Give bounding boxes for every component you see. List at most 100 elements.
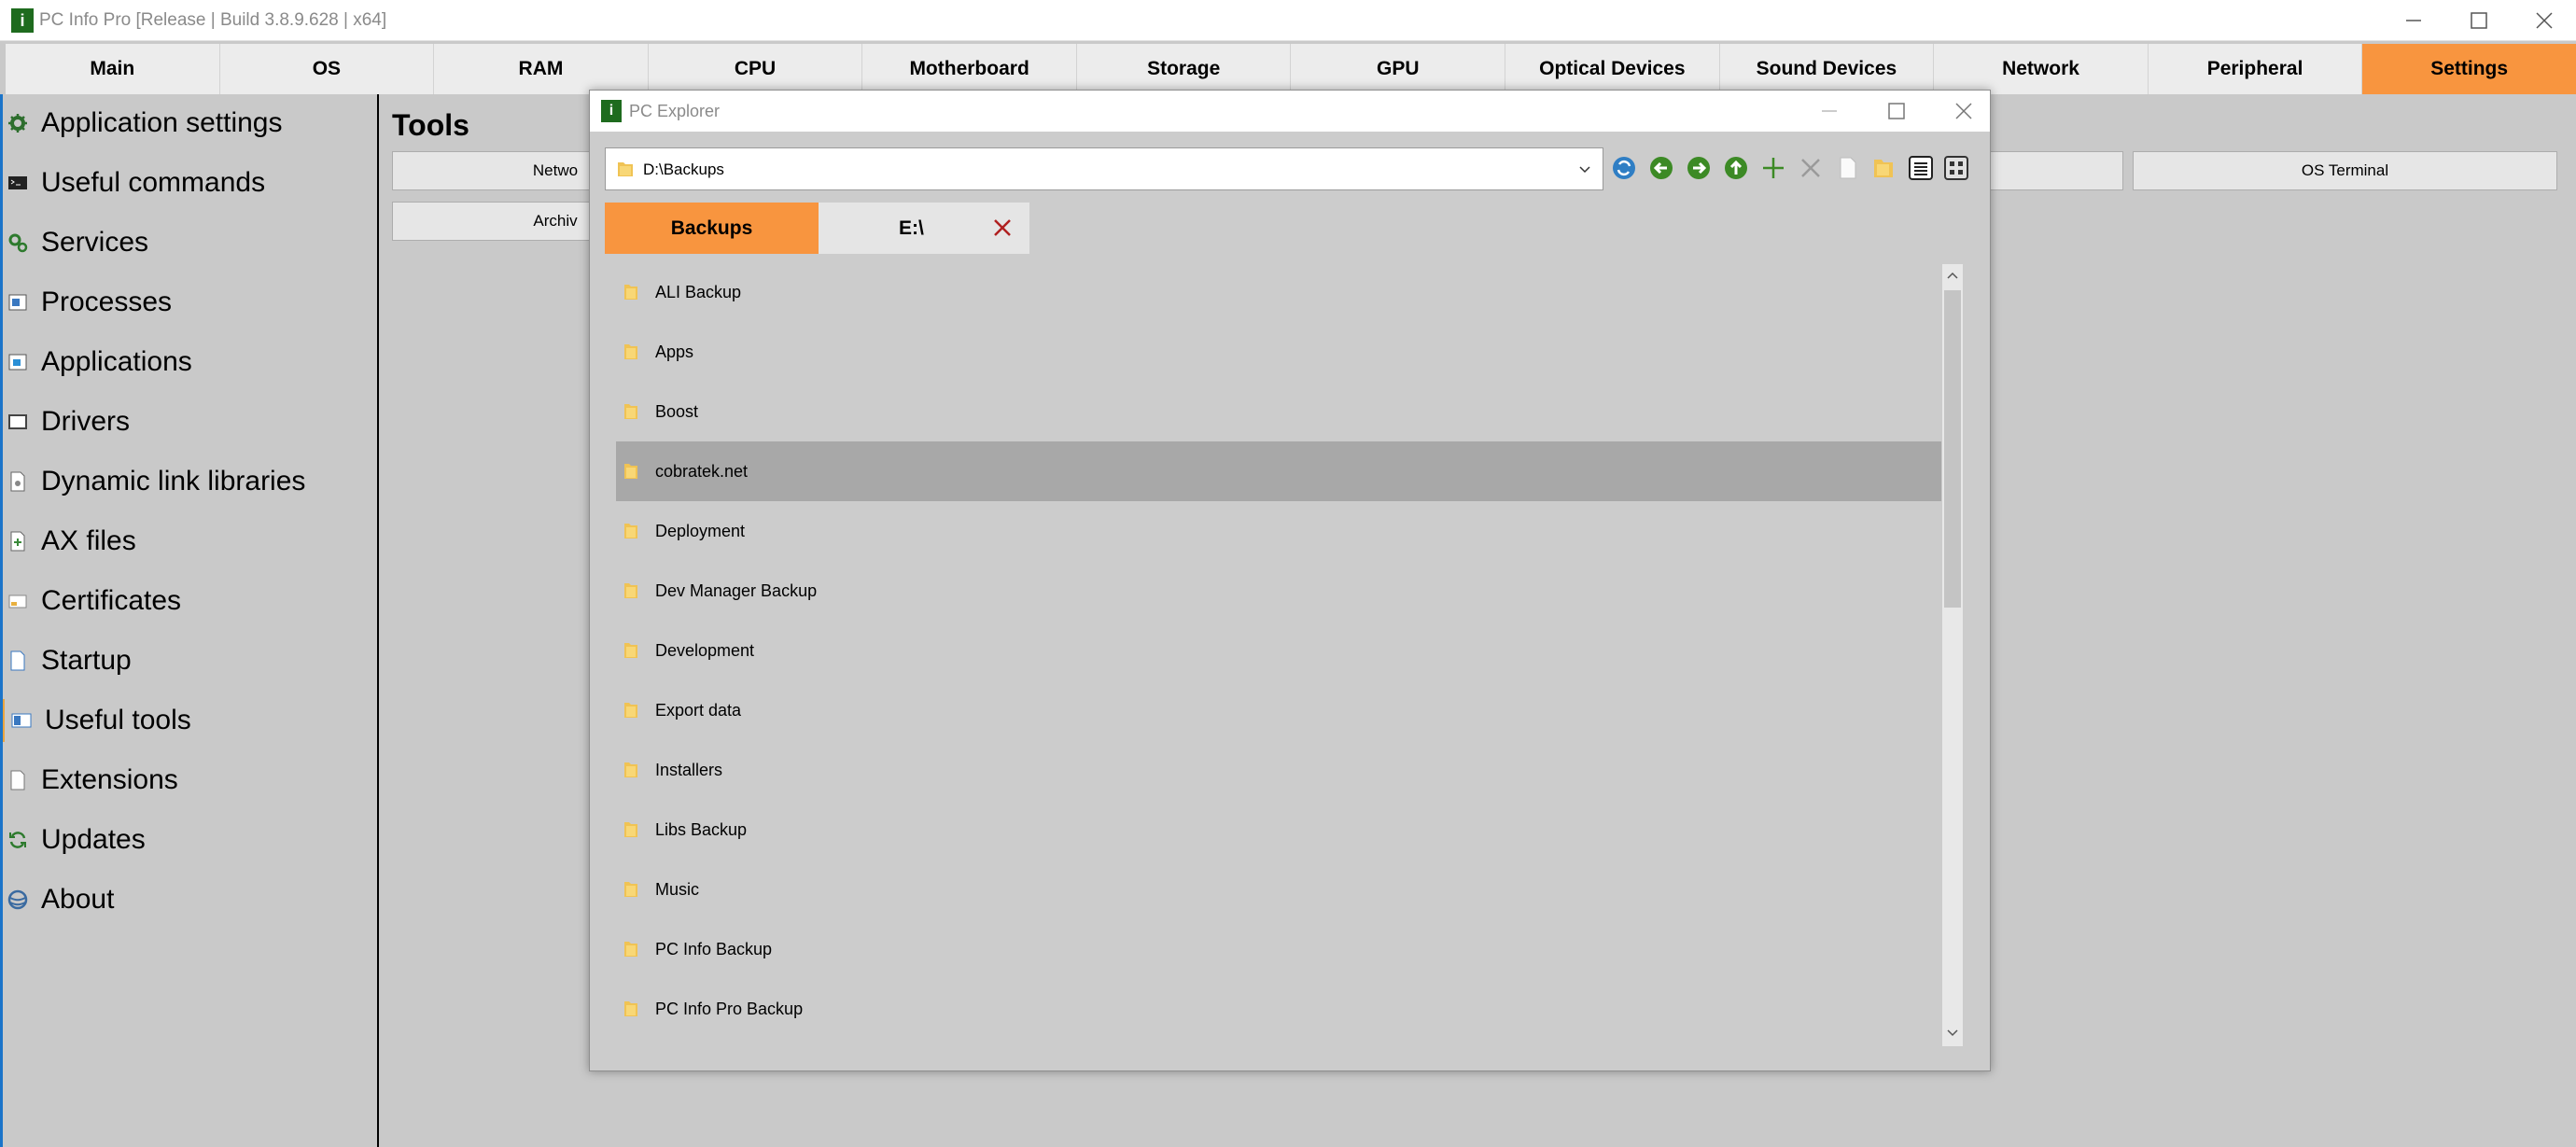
folder-icon (624, 524, 637, 539)
tool-button-label: OS Terminal (2301, 161, 2389, 179)
tab-storage[interactable]: Storage (1076, 44, 1292, 94)
tab-motherboard[interactable]: Motherboard (862, 44, 1077, 94)
sidebar-item-drivers[interactable]: Drivers (0, 393, 377, 449)
folder-icon (624, 703, 637, 718)
new-folder-icon (1874, 160, 1893, 177)
new-folder-button[interactable] (1868, 152, 1899, 184)
list-item-label: Music (655, 880, 700, 899)
scroll-up-icon[interactable] (1946, 270, 1959, 283)
list-item-selected[interactable]: cobratek.net (616, 441, 1941, 501)
list-item-label: ALI Backup (655, 283, 742, 301)
tools-icon (11, 713, 32, 728)
new-file-button[interactable] (1832, 152, 1864, 184)
folder-icon (624, 344, 637, 359)
tab-ram[interactable]: RAM (434, 44, 649, 94)
sidebar-item-useful-tools[interactable]: Useful tools (0, 692, 377, 748)
delete-button[interactable] (1795, 152, 1827, 184)
tab-sound-devices[interactable]: Sound Devices (1719, 44, 1935, 94)
add-button[interactable] (1757, 152, 1789, 184)
grid-view-button[interactable] (1940, 152, 1972, 184)
tool-button[interactable] (1988, 151, 2123, 190)
tab-optical-devices[interactable]: Optical Devices (1505, 44, 1720, 94)
sidebar-item-label: Certificates (41, 585, 182, 616)
tab-main[interactable]: Main (6, 44, 220, 94)
list-view-icon (1909, 156, 1933, 180)
gear-icon (8, 114, 27, 133)
sidebar-item-applications[interactable]: Applications (0, 333, 377, 389)
list-item[interactable]: PC Info Pro Backup (616, 979, 1941, 1039)
app-logo-icon: i (601, 100, 622, 122)
sidebar-item-ax-files[interactable]: AX files (0, 512, 377, 568)
list-item-label: PC Info Backup (655, 940, 773, 958)
chevron-down-icon (1579, 166, 1590, 174)
close-tab-icon[interactable] (992, 217, 1013, 238)
minimize-icon (1822, 110, 1837, 112)
driver-icon (8, 414, 27, 429)
list-item[interactable]: Libs Backup (616, 800, 1941, 860)
tab-cpu[interactable]: CPU (648, 44, 863, 94)
list-item-label: cobratek.net (655, 462, 749, 481)
forward-button[interactable] (1683, 152, 1715, 184)
process-icon (8, 294, 27, 311)
explorer-close-button[interactable] (1938, 91, 1990, 132)
list-view-button[interactable] (1905, 152, 1937, 184)
tab-network[interactable]: Network (1934, 44, 2149, 94)
list-item[interactable]: PC Info Backup (616, 919, 1941, 979)
tab-peripheral[interactable]: Peripheral (2148, 44, 2363, 94)
tab-e-drive[interactable]: E:\ (819, 203, 1029, 254)
sidebar-item-extensions[interactable]: Extensions (0, 751, 377, 807)
list-item[interactable]: Music (616, 860, 1941, 919)
sidebar-item-processes[interactable]: Processes (0, 273, 377, 329)
path-combobox[interactable]: D:\Backups (605, 147, 1603, 190)
main-tabs: Main OS RAM CPU Motherboard Storage GPU … (6, 44, 2576, 94)
sidebar-item-label: Startup (41, 645, 132, 676)
list-item[interactable]: Installers (616, 740, 1941, 800)
list-item[interactable]: Development (616, 621, 1941, 680)
list-item[interactable]: Deployment (616, 501, 1941, 561)
sidebar-item-dynamic-link-libraries[interactable]: Dynamic link libraries (0, 453, 377, 509)
sidebar-item-services[interactable]: Services (0, 214, 377, 270)
scroll-down-icon[interactable] (1946, 1026, 1959, 1039)
list-item[interactable]: ALI Backup (616, 262, 1941, 322)
up-button[interactable] (1720, 152, 1752, 184)
explorer-maximize-button[interactable] (1870, 91, 1923, 132)
sidebar-item-useful-commands[interactable]: Useful commands (0, 154, 377, 210)
back-button[interactable] (1645, 152, 1677, 184)
sidebar-item-label: Useful tools (45, 705, 191, 735)
vertical-scrollbar[interactable] (1942, 264, 1963, 1046)
scrollbar-thumb[interactable] (1944, 290, 1961, 608)
list-item[interactable]: Export data (616, 680, 1941, 740)
explorer-minimize-button[interactable] (1803, 91, 1855, 132)
folder-icon (624, 583, 637, 598)
list-item[interactable]: Apps (616, 322, 1941, 382)
arrow-left-icon (1650, 157, 1673, 179)
sidebar-item-label: Application settings (41, 107, 283, 138)
tab-label: E:\ (899, 217, 924, 239)
close-button[interactable] (2512, 0, 2576, 41)
sidebar-item-label: About (41, 884, 115, 915)
folder-icon (624, 882, 637, 897)
sidebar-item-updates[interactable]: Updates (0, 811, 377, 867)
refresh-button[interactable] (1608, 152, 1640, 184)
close-icon (2536, 12, 2553, 29)
tab-backups[interactable]: Backups (605, 203, 819, 254)
list-item[interactable]: Boost (616, 382, 1941, 441)
plus-icon (1763, 158, 1784, 178)
sidebar-item-label: Applications (41, 346, 192, 377)
app-title: PC Info Pro [Release | Build 3.8.9.628 |… (39, 10, 387, 30)
arrow-up-icon (1725, 157, 1747, 179)
sidebar-item-certificates[interactable]: Certificates (0, 572, 377, 628)
tab-gpu[interactable]: GPU (1291, 44, 1506, 94)
os-terminal-button[interactable]: OS Terminal (2133, 151, 2557, 190)
tab-settings[interactable]: Settings (2362, 44, 2576, 94)
tab-os[interactable]: OS (219, 44, 435, 94)
maximize-button[interactable] (2446, 0, 2512, 41)
sidebar-item-about[interactable]: About (0, 871, 377, 927)
sidebar-item-application-settings[interactable]: Application settings (0, 94, 377, 150)
sidebar-item-startup[interactable]: Startup (0, 632, 377, 688)
folder-icon (624, 762, 637, 777)
minimize-button[interactable] (2381, 0, 2446, 41)
list-item[interactable]: Dev Manager Backup (616, 561, 1941, 621)
ax-file-icon (10, 531, 25, 552)
sidebar-item-label: Services (41, 227, 149, 258)
